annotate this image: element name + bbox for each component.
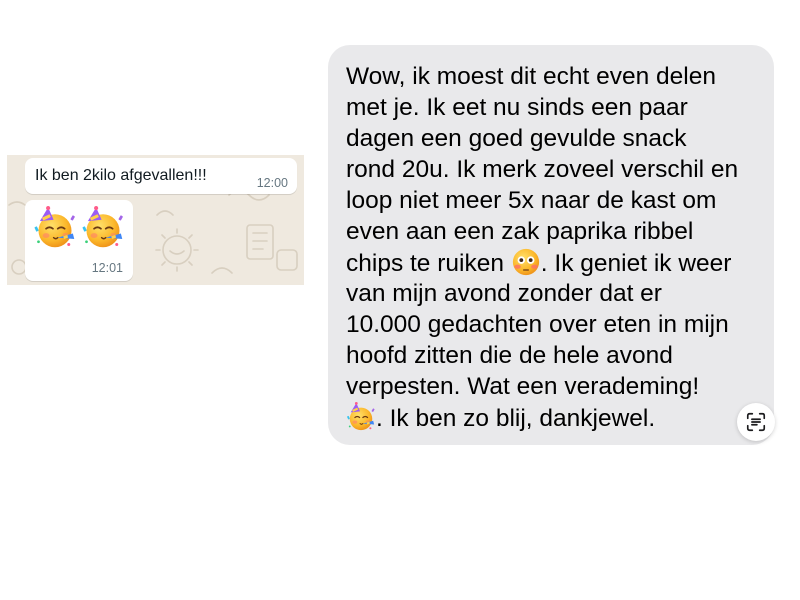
message-line: hoofd zitten die de hele avond [346, 342, 673, 369]
message-line-end: . Ik geniet ik weer [540, 250, 732, 277]
message-line: . Ik ben zo blij, dankjewel. [346, 402, 766, 433]
partying-face-emoji-icon [81, 206, 125, 250]
partying-face-emoji-icon [33, 206, 77, 250]
message-line: chips te ruiken . Ik geniet ik weer [346, 247, 766, 278]
message-line: 10.000 gedachten over eten in mijn [346, 311, 729, 338]
message-line: loop niet meer 5x naar de kast om [346, 187, 717, 214]
message-line: dagen een goed gevulde snack [346, 125, 687, 152]
message-line: even aan een zak paprika ribbel [346, 218, 694, 245]
text-scan-icon [746, 412, 766, 432]
emoji-row [33, 206, 125, 250]
message-timestamp: 12:00 [256, 176, 288, 190]
message-line: met je. Ik eet nu sinds een paar [346, 94, 688, 121]
live-text-button[interactable] [737, 403, 775, 441]
screenshot-collage: Ik ben 2kilo afgevallen!!! 12:00 12:01 W… [0, 0, 800, 600]
incoming-message-bubble[interactable]: Ik ben 2kilo afgevallen!!! 12:00 [25, 158, 297, 194]
message-line: rond 20u. Ik merk zoveel verschil en [346, 156, 739, 183]
received-message-bubble[interactable]: Wow, ik moest dit echt even delen met je… [328, 45, 774, 445]
message-line: verpesten. Wat een verademing! [346, 373, 700, 400]
message-body: Wow, ik moest dit echt even delen met je… [346, 61, 766, 433]
message-timestamp: 12:01 [91, 261, 123, 275]
message-line: van mijn avond zonder dat er [346, 280, 662, 307]
message-text: Ik ben 2kilo afgevallen!!! [35, 167, 207, 184]
incoming-emoji-message-bubble[interactable]: 12:01 [25, 200, 133, 281]
flushed-face-emoji-icon [511, 247, 541, 277]
message-line-end: . Ik ben zo blij, dankjewel. [376, 405, 656, 432]
whatsapp-chat-crop: Ik ben 2kilo afgevallen!!! 12:00 12:01 [7, 155, 304, 285]
message-line: Wow, ik moest dit echt even delen [346, 63, 716, 90]
message-line-start: chips te ruiken [346, 250, 511, 277]
partying-face-emoji-icon [346, 402, 376, 432]
